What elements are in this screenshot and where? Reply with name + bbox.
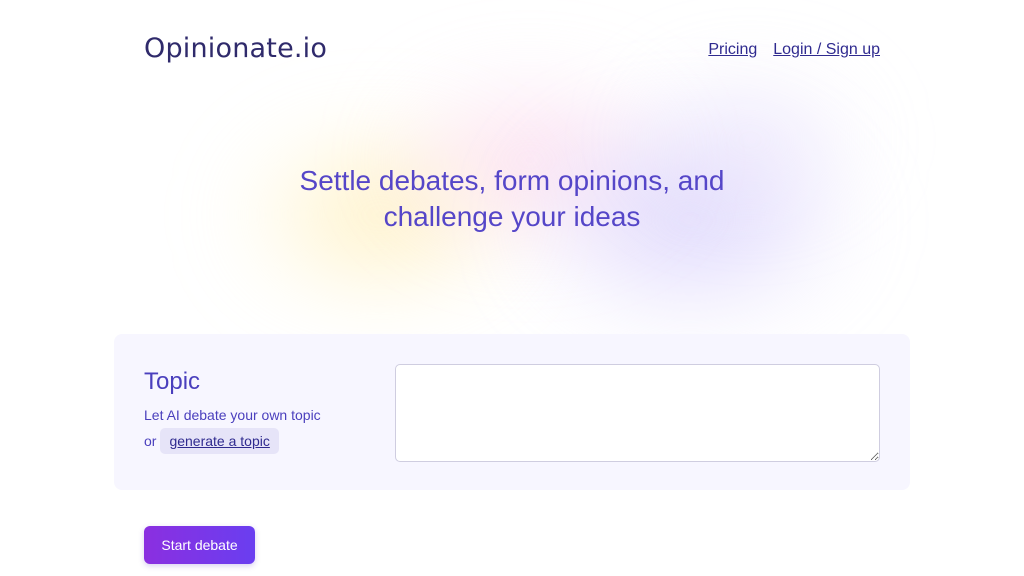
generate-topic-button[interactable]: generate a topic bbox=[160, 428, 279, 454]
hero-heading: Settle debates, form opinions, and chall… bbox=[0, 163, 1024, 235]
topic-info: Topic Let AI debate your own topic or ge… bbox=[144, 368, 374, 454]
topic-input[interactable] bbox=[395, 364, 880, 462]
site-header: Opinionate.io Pricing Login / Sign up bbox=[144, 28, 880, 68]
top-nav: Pricing Login / Sign up bbox=[708, 37, 880, 59]
or-label: or bbox=[144, 433, 157, 449]
start-debate-button[interactable]: Start debate bbox=[144, 526, 255, 564]
topic-title: Topic bbox=[144, 368, 201, 395]
topic-or-row: or generate a topic bbox=[144, 428, 374, 454]
topic-description: Let AI debate your own topic bbox=[144, 407, 321, 423]
hero-heading-line-1: Settle debates, form opinions, and bbox=[299, 165, 725, 196]
page: Opinionate.io Pricing Login / Sign up Se… bbox=[0, 0, 1024, 576]
topic-card: Topic Let AI debate your own topic or ge… bbox=[114, 334, 910, 490]
hero-heading-line-2: challenge your ideas bbox=[383, 201, 641, 232]
logo[interactable]: Opinionate.io bbox=[144, 33, 327, 64]
login-signup-link[interactable]: Login / Sign up bbox=[773, 41, 880, 59]
pricing-link[interactable]: Pricing bbox=[708, 41, 757, 59]
